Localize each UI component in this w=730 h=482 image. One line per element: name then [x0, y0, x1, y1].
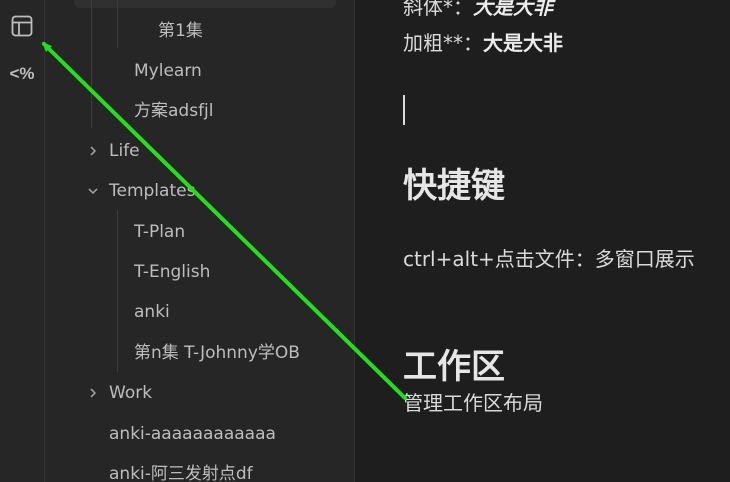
italic-prefix: 斜体*：	[403, 0, 473, 19]
file-item-anki-a[interactable]: anki-aaaaaaaaaaaa	[109, 422, 276, 446]
file-item-t-plan[interactable]: T-Plan	[134, 220, 185, 244]
shortcut-line: ctrl+alt+点击文件：多窗口展示	[403, 247, 695, 271]
left-ribbon: <%	[0, 0, 45, 482]
file-item-anki-b[interactable]: anki-阿三发射点df	[109, 462, 253, 482]
obsidian-window: <% 第1集 Mylearn 方案adsfjl Life Templates T…	[0, 0, 730, 482]
file-item-anki[interactable]: anki	[134, 300, 170, 324]
heading-workspace: 工作区	[403, 347, 505, 387]
folder-item-templates[interactable]: Templates	[109, 179, 195, 203]
chevron-right-icon[interactable]	[86, 139, 100, 163]
indent-guide	[117, 0, 118, 48]
folder-item-work[interactable]: Work	[109, 381, 152, 405]
text-cursor	[403, 95, 405, 125]
file-item-episode-1[interactable]: 第1集	[158, 19, 203, 43]
chevron-right-icon[interactable]	[86, 381, 100, 405]
selected-item-highlight	[74, 0, 336, 8]
bold-prefix: 加粗**：	[403, 31, 483, 55]
editor-pane[interactable]: 斜体*：大是大非 加粗**：大是大非 快捷键 ctrl+alt+点击文件：多窗口…	[355, 0, 730, 482]
bold-text: 大是大非	[483, 31, 563, 55]
italic-text: 大是大非	[473, 0, 553, 19]
folder-item-life[interactable]: Life	[109, 139, 140, 163]
italic-line: 斜体*：大是大非	[403, 0, 553, 20]
workspace-line: 管理工作区布局	[403, 391, 543, 415]
templater-button[interactable]: <%	[6, 58, 38, 90]
chevron-right-icon-svg	[90, 146, 97, 156]
chevron-right-icon-svg	[90, 388, 97, 398]
chevron-down-icon[interactable]	[86, 179, 100, 203]
indent-guide	[91, 0, 92, 128]
bold-line: 加粗**：大是大非	[403, 27, 563, 56]
indent-guide	[117, 210, 118, 372]
layout-icon[interactable]	[6, 10, 38, 42]
layout-icon-svg	[11, 15, 33, 37]
file-item-t-english[interactable]: T-English	[134, 260, 210, 284]
file-item-mylearn[interactable]: Mylearn	[134, 59, 202, 83]
file-item-plan[interactable]: 方案adsfjl	[134, 99, 214, 123]
chevron-down-icon-svg	[88, 188, 98, 195]
heading-shortcuts: 快捷键	[403, 166, 505, 206]
file-item-episode-n[interactable]: 第n集 T-Johnny学OB	[134, 341, 300, 365]
